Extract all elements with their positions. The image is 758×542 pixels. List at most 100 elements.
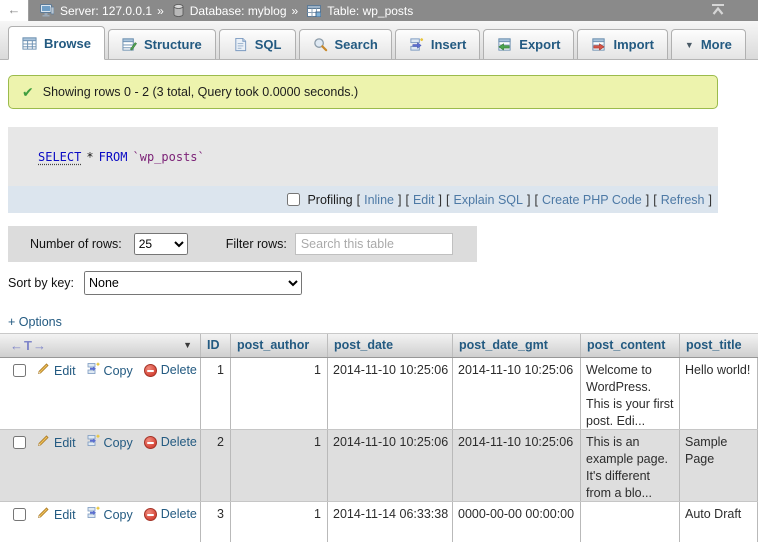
column-header-post-date-gmt[interactable]: post_date_gmt — [453, 334, 581, 357]
tab-label: Structure — [144, 37, 202, 52]
tab-more[interactable]: ▼ More — [671, 29, 746, 59]
copy-icon — [87, 362, 100, 380]
delete-row-link[interactable]: Delete — [144, 506, 197, 523]
edit-query-link[interactable]: Edit — [413, 193, 435, 207]
export-icon — [497, 37, 512, 52]
search-icon — [313, 37, 328, 52]
cell-post-content: Welcome to WordPress. This is your first… — [581, 358, 680, 429]
breadcrumb-server[interactable]: Server: 127.0.0.1 — [60, 4, 152, 18]
pencil-icon — [37, 434, 50, 452]
sql-query-text: SELECT*FROM`wp_posts` — [8, 127, 718, 164]
table-icon — [307, 5, 321, 17]
column-header-post-author[interactable]: post_author — [231, 334, 328, 357]
filter-rows-input[interactable] — [295, 233, 453, 255]
tab-structure[interactable]: Structure — [108, 29, 216, 59]
breadcrumb-bar: ← Server: 127.0.0.1 » Database: myblog »… — [0, 0, 758, 21]
cell-id: 3 — [201, 502, 231, 542]
sort-by-key-label: Sort by key: — [8, 276, 74, 290]
tab-label: SQL — [255, 37, 282, 52]
bracket: [ — [534, 193, 537, 207]
sql-icon — [233, 37, 248, 52]
bracket: ] — [709, 193, 712, 207]
breadcrumb-separator: » — [157, 4, 164, 18]
chevron-down-icon: ▼ — [685, 40, 694, 50]
pencil-icon — [37, 506, 50, 524]
column-header-post-content[interactable]: post_content — [581, 334, 680, 357]
row-checkbox[interactable] — [13, 364, 26, 377]
query-links-bar: Profiling [Inline] [Edit] [Explain SQL] … — [8, 186, 718, 213]
cell-post-date: 2014-11-10 10:25:06 — [328, 358, 453, 429]
tab-label: Insert — [431, 37, 466, 52]
cell-id: 2 — [201, 430, 231, 501]
options-toggle-link[interactable]: + Options — [8, 315, 62, 329]
sort-by-key-select[interactable]: None — [84, 271, 302, 295]
breadcrumb-database[interactable]: Database: myblog — [190, 4, 287, 18]
tab-export[interactable]: Export — [483, 29, 574, 59]
tab-import[interactable]: Import — [577, 29, 667, 59]
create-php-code-link[interactable]: Create PHP Code — [542, 193, 642, 207]
tab-label: Import — [613, 37, 653, 52]
edit-row-link[interactable]: Edit — [37, 506, 76, 524]
tab-browse[interactable]: Browse — [8, 26, 105, 60]
bracket: [ — [446, 193, 449, 207]
filter-rows-label: Filter rows: — [226, 237, 287, 251]
collapse-topbar-icon[interactable] — [710, 3, 726, 19]
delete-row-link[interactable]: Delete — [144, 362, 197, 379]
refresh-link[interactable]: Refresh — [661, 193, 705, 207]
copy-row-link[interactable]: Copy — [87, 362, 133, 380]
server-icon — [40, 4, 54, 17]
browse-icon — [22, 36, 37, 51]
sql-table-identifier: `wp_posts` — [133, 150, 205, 164]
edit-row-link[interactable]: Edit — [37, 434, 76, 452]
query-result-message: ✔ Showing rows 0 - 2 (3 total, Query too… — [8, 75, 718, 109]
table-row: Edit Copy Delete 2 1 2014-11-10 10:25:06… — [0, 430, 758, 502]
bracket: ] — [398, 193, 401, 207]
breadcrumb-table[interactable]: Table: wp_posts — [327, 4, 413, 18]
cell-post-author: 1 — [231, 502, 328, 542]
header-actions-cell: ←T→ ▼ — [0, 334, 201, 357]
cell-post-title: Hello world! — [680, 358, 758, 429]
cell-post-date: 2014-11-14 06:33:38 — [328, 502, 453, 542]
delete-row-link[interactable]: Delete — [144, 434, 197, 451]
tab-sql[interactable]: SQL — [219, 29, 296, 59]
copy-row-link[interactable]: Copy — [87, 506, 133, 524]
sql-query-box: SELECT*FROM`wp_posts` — [8, 127, 718, 186]
bracket: ] — [646, 193, 649, 207]
sql-keyword-from: FROM — [99, 150, 128, 164]
row-actions-cell: Edit Copy Delete — [0, 430, 201, 501]
sort-caret-icon[interactable]: ▼ — [183, 334, 192, 357]
bracket: [ — [653, 193, 656, 207]
breadcrumb-separator: » — [292, 4, 299, 18]
copy-row-link[interactable]: Copy — [87, 434, 133, 452]
sql-keyword-select[interactable]: SELECT — [38, 150, 81, 164]
delete-icon — [144, 436, 157, 449]
explain-sql-link[interactable]: Explain SQL — [453, 193, 522, 207]
cell-post-content: This is an example page. It's different … — [581, 430, 680, 501]
tab-label: More — [701, 37, 732, 52]
phpmyadmin-browse-screen: ← Server: 127.0.0.1 » Database: myblog »… — [0, 0, 758, 542]
cell-post-author: 1 — [231, 430, 328, 501]
cell-post-author: 1 — [231, 358, 328, 429]
number-of-rows-select[interactable]: 25 — [134, 233, 188, 255]
tab-insert[interactable]: Insert — [395, 29, 480, 59]
column-header-post-title[interactable]: post_title — [680, 334, 758, 357]
transpose-icon[interactable]: ←T→ — [10, 334, 47, 357]
table-row: Edit Copy Delete 1 1 2014-11-10 10:25:06… — [0, 358, 758, 430]
database-icon — [173, 4, 184, 17]
edit-row-link[interactable]: Edit — [37, 362, 76, 380]
tab-label: Search — [335, 37, 378, 52]
tab-search[interactable]: Search — [299, 29, 392, 59]
column-header-post-date[interactable]: post_date — [328, 334, 453, 357]
inline-link[interactable]: Inline — [364, 193, 394, 207]
delete-icon — [144, 364, 157, 377]
nav-panel-toggle[interactable]: ← — [0, 0, 29, 21]
import-icon — [591, 37, 606, 52]
row-checkbox[interactable] — [13, 508, 26, 521]
left-arrow-icon: ← — [8, 2, 21, 17]
table-tab-bar: Browse Structure SQL Search Insert — [0, 21, 758, 60]
cell-id: 1 — [201, 358, 231, 429]
profiling-checkbox[interactable] — [287, 193, 300, 206]
column-header-id[interactable]: ID — [201, 334, 231, 357]
tab-label: Browse — [44, 36, 91, 51]
row-checkbox[interactable] — [13, 436, 26, 449]
